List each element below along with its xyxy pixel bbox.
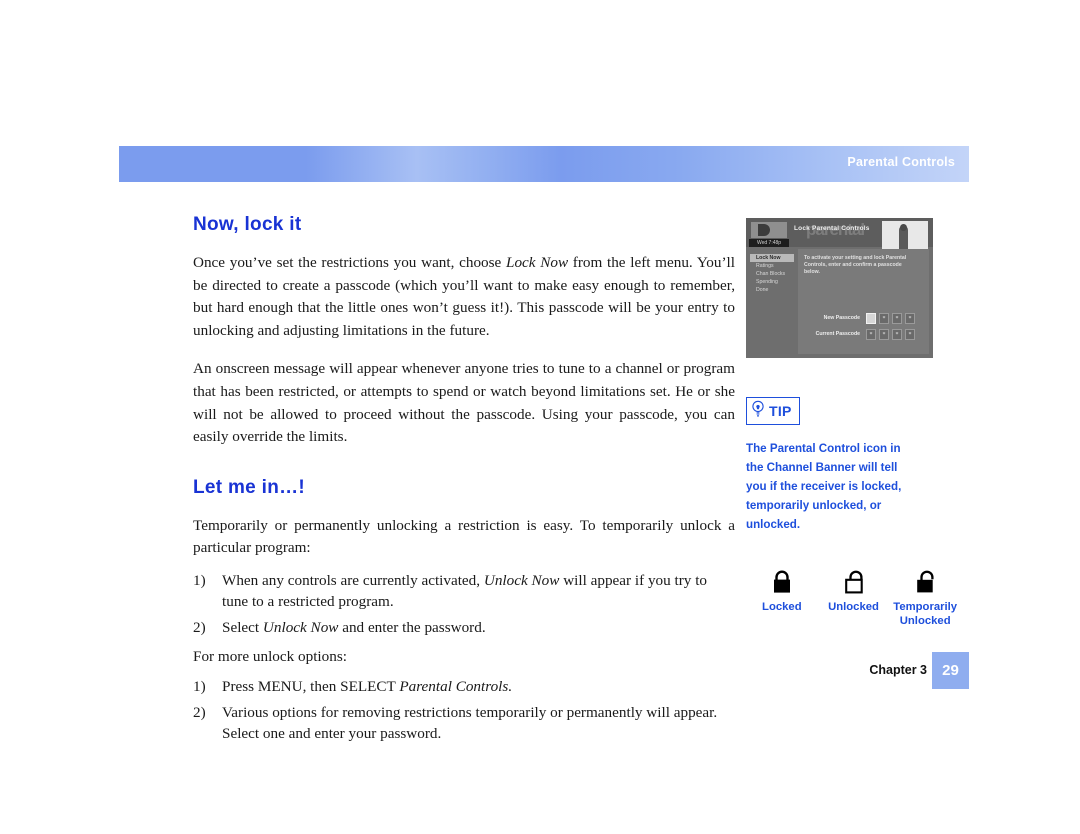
receiver-screenshot-figure: Wed 7:48p parental Lock Parental Control… — [746, 218, 933, 358]
screenshot-panel: To activate your setting and lock Parent… — [798, 249, 929, 354]
provider-logo-icon — [751, 222, 787, 238]
emphasis-unlock-now: Unlock Now — [262, 618, 339, 636]
screenshot-title: Lock Parental Controls — [794, 225, 870, 232]
lock-status-legend: Locked Unlocked Temporarily Unlocked — [746, 568, 961, 628]
page-header-title: Parental Controls — [847, 155, 955, 169]
footer-chapter-label: Chapter 3 — [869, 663, 927, 677]
passcode-box: * — [905, 313, 915, 324]
list-item-text: Various options for removing restriction… — [222, 703, 718, 743]
passcode-box: * — [905, 329, 915, 340]
passcode-box: * — [892, 313, 902, 324]
screenshot-new-passcode-label: New Passcode — [823, 315, 860, 321]
padlock-open-filled-icon — [889, 568, 961, 594]
section-heading-now-lock-it: Now, lock it — [193, 214, 302, 235]
legend-item-unlocked: Unlocked — [818, 568, 890, 628]
legend-label-temporarily-unlocked: Temporarily Unlocked — [893, 601, 958, 627]
footer-page-number: 29 — [932, 652, 969, 689]
passcode-box: * — [892, 329, 902, 340]
list-item-text: Press MENU, then SELECT — [222, 678, 400, 696]
emphasis-unlock-now: Unlock Now — [483, 571, 560, 589]
passcode-box: * — [879, 313, 889, 324]
list-item: 2) Various options for removing restricti… — [193, 702, 735, 745]
emphasis-parental-controls: Parental Controls. — [399, 678, 513, 696]
legend-item-temporarily-unlocked: Temporarily Unlocked — [889, 568, 961, 628]
paragraph-unlocking-intro: Temporarily or permanently unlocking a r… — [193, 516, 735, 557]
screenshot-menu-item-ratings: Ratings — [756, 263, 774, 269]
padlock-open-outline-icon — [818, 568, 890, 594]
right-sidebar: Wed 7:48p parental Lock Parental Control… — [746, 218, 971, 628]
list-item-text: When any controls are currently activate… — [222, 571, 484, 589]
screenshot-new-passcode-row: New Passcode * * * — [804, 313, 923, 324]
legend-label-locked: Locked — [762, 601, 802, 613]
tip-body-text: The Parental Control icon in the Channel… — [746, 442, 902, 531]
screenshot-current-passcode-label: Current Passcode — [815, 331, 860, 337]
paragraph-onscreen-message: An onscreen message will appear whenever… — [193, 360, 735, 446]
screenshot-menu: Lock Now Ratings Chan Blocks Spending Do… — [750, 254, 794, 294]
paragraph-text: Once you’ve set the restrictions you wan… — [193, 254, 506, 271]
screenshot-current-passcode-boxes: * * * * — [866, 329, 915, 340]
page-footer: Chapter 3 29 — [746, 652, 969, 689]
lightbulb-icon — [751, 400, 765, 422]
list-item: 1) Press MENU, then SELECT Parental Contr… — [193, 676, 735, 698]
person-head — [900, 224, 907, 231]
screenshot-menu-item-spending: Spending — [756, 279, 778, 285]
passcode-box — [866, 313, 876, 324]
list-item: 1) When any controls are currently activa… — [193, 570, 735, 613]
list-item: 2) Select Unlock Now and enter the passwo… — [193, 617, 735, 639]
emphasis-lock-now: Lock Now — [506, 254, 569, 271]
screenshot-menu-item-chan-blocks: Chan Blocks — [756, 271, 786, 277]
list-item-number: 1) — [193, 678, 206, 696]
passcode-box: * — [866, 329, 876, 340]
legend-label-unlocked: Unlocked — [828, 601, 879, 613]
section-heading-let-me-in: Let me in…! — [193, 476, 306, 498]
passcode-box: * — [879, 329, 889, 340]
screenshot-instruction-text: To activate your setting and lock Parent… — [804, 255, 907, 275]
screenshot-new-passcode-boxes: * * * — [866, 313, 915, 324]
screenshot-menu-item-lock-now: Lock Now — [750, 254, 794, 262]
screenshot-current-passcode-row: Current Passcode * * * * — [804, 329, 923, 340]
list-item-text: Select — [222, 618, 263, 636]
list-item-text-cont: and enter the password. — [338, 618, 486, 636]
list-item-number: 1) — [193, 571, 206, 589]
list-item-number: 2) — [193, 703, 206, 721]
paragraph-lock-now: Once you’ve set the restrictions you wan… — [193, 252, 735, 342]
tip-label: TIP — [769, 403, 792, 419]
list-item-number: 2) — [193, 618, 206, 636]
paragraph-more-unlock-options: For more unlock options: — [193, 648, 347, 666]
screenshot-clock: Wed 7:48p — [749, 239, 789, 247]
main-content: Now, lock it Once you’ve set the restric… — [193, 214, 735, 753]
padlock-closed-icon — [746, 568, 818, 594]
legend-item-locked: Locked — [746, 568, 818, 628]
numbered-list-temporary-unlock: 1) When any controls are currently activa… — [193, 570, 735, 639]
tip-badge: TIP — [746, 397, 800, 425]
numbered-list-more-options: 1) Press MENU, then SELECT Parental Contr… — [193, 676, 735, 745]
tip-callout: TIP The Parental Control icon in the Cha… — [746, 397, 971, 534]
page-header-banner: Parental Controls — [119, 146, 969, 182]
screenshot-menu-item-done: Done — [756, 287, 769, 293]
